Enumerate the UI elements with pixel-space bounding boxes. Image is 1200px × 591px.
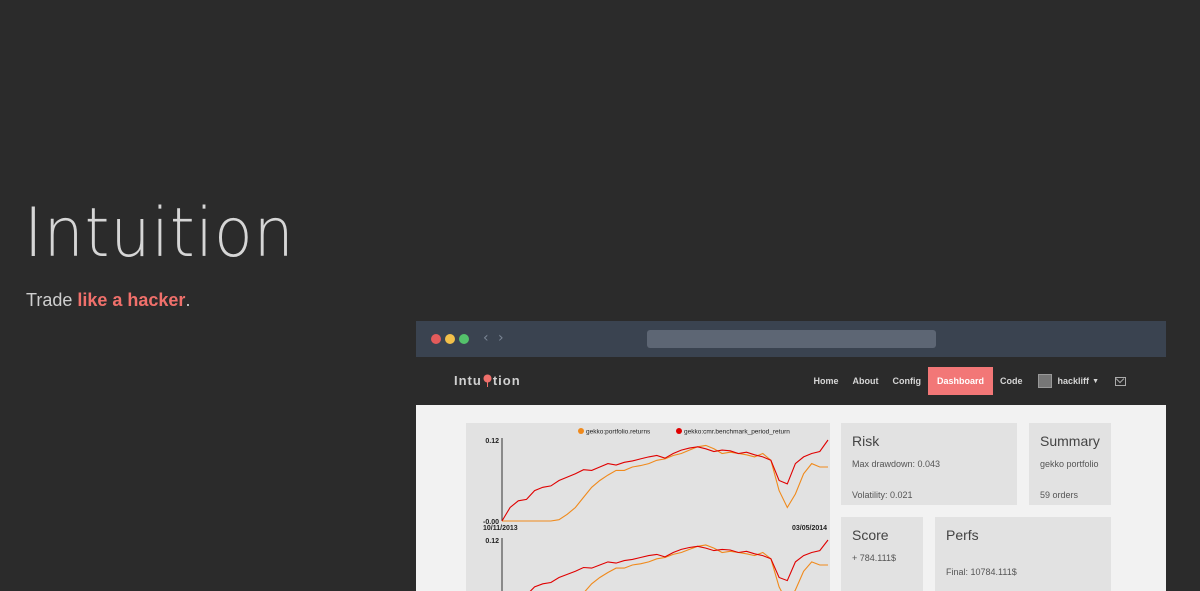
legend-label: gekko:cmr.benchmark_period_return: [684, 429, 790, 436]
summary-orders: 59 orders: [1040, 490, 1079, 500]
minimize-window-icon[interactable]: [445, 334, 455, 344]
menu-item-config[interactable]: Config: [886, 367, 929, 395]
map-pin-icon: [483, 374, 492, 387]
back-arrow-icon[interactable]: ‹: [483, 330, 489, 346]
summary-card: Summary gekko portfolio 59 orders: [1029, 423, 1111, 505]
caret-down-icon: ▼: [1092, 377, 1099, 385]
username: hackliff: [1057, 376, 1090, 386]
mail-icon[interactable]: [1115, 376, 1126, 386]
dashboard-content: 0.12 -0.00 10/11/2013 03/05/2014 gekko:portf…: [416, 405, 1166, 591]
subtitle-prefix: Trade: [26, 290, 78, 310]
risk-card: Risk Max drawdown: 0.043 Volatility: 0.0…: [841, 423, 1017, 505]
chart-panel: 0.12 -0.00 10/11/2013 03/05/2014 gekko:portf…: [466, 423, 830, 591]
menu-item-home[interactable]: Home: [807, 367, 846, 395]
legend-label: gekko:portfolio.returns: [586, 429, 651, 436]
app-navbar: Intu tion Home About Config Dashboard Cod…: [416, 357, 1166, 405]
y-tick-label: 0.12: [485, 438, 499, 445]
hero-title: Intuition: [24, 194, 295, 273]
score-card-title: Score: [852, 527, 889, 543]
user-menu[interactable]: hackliff ▼: [1030, 374, 1107, 388]
browser-chrome: ‹ ›: [416, 321, 1166, 357]
series-line: [584, 544, 828, 591]
perfs-card-title: Perfs: [946, 527, 979, 543]
x-tick-label: 03/05/2014: [792, 525, 827, 532]
hero-subtitle: Trade like a hacker.: [26, 290, 190, 311]
volatility: Volatility: 0.021: [852, 490, 913, 500]
close-window-icon[interactable]: [431, 334, 441, 344]
series-line: [501, 439, 829, 522]
series-line: [529, 539, 829, 591]
legend-marker: [676, 428, 682, 434]
address-bar[interactable]: [647, 330, 936, 348]
score-value: + 784.111$: [852, 553, 896, 563]
forward-arrow-icon[interactable]: ›: [498, 330, 504, 346]
menu-item-about[interactable]: About: [846, 367, 886, 395]
maximize-window-icon[interactable]: [459, 334, 469, 344]
score-card: Score + 784.111$: [841, 517, 923, 591]
brand-text-left: Intu: [454, 373, 482, 388]
subtitle-accent: like a hacker: [77, 290, 186, 310]
summary-portfolio: gekko portfolio: [1040, 459, 1099, 469]
perfs-card: Perfs Final: 10784.111$: [935, 517, 1111, 591]
subtitle-suffix: .: [185, 290, 191, 310]
risk-card-title: Risk: [852, 433, 880, 449]
perfs-final: Final: 10784.111$: [946, 567, 1017, 577]
menu-item-code[interactable]: Code: [993, 367, 1030, 395]
series-line: [502, 444, 828, 522]
menu-item-dashboard[interactable]: Dashboard: [928, 367, 994, 395]
x-tick-label: 10/11/2013: [483, 525, 518, 532]
avatar: [1037, 374, 1052, 388]
summary-card-title: Summary: [1040, 433, 1100, 449]
brand-text-right: tion: [492, 373, 521, 388]
returns-charts: 0.12-0.0010/11/2013 03/05/2014gekko:portf…: [483, 428, 829, 591]
max-drawdown: Max drawdown: 0.043: [852, 459, 941, 469]
legend-marker: [578, 428, 584, 434]
y-tick-label: 0.12: [485, 538, 499, 545]
main-menu: Home About Config Dashboard Code hacklif…: [807, 367, 1126, 395]
browser-mockup: ‹ › Intu tion Home About Config Dashboard…: [416, 321, 1166, 591]
brand-logo[interactable]: Intu tion: [454, 373, 521, 388]
